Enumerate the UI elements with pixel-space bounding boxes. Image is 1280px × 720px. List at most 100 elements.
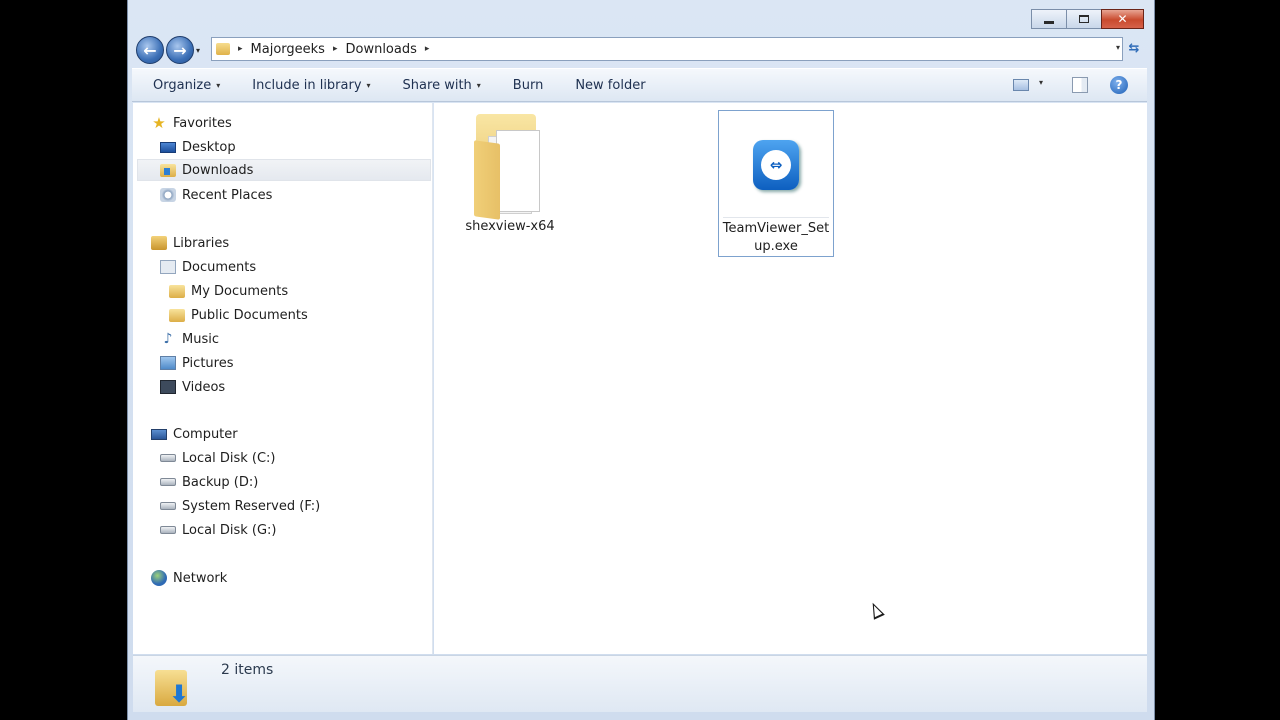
- desktop-background: ✕ ← → ▾ ▸ Majorgeeks ▸ Downloads ▸ ▾ ⇆ O…: [0, 0, 1280, 720]
- close-icon: ✕: [1117, 12, 1128, 26]
- desktop-icon: [160, 141, 176, 153]
- sidebar-item-recent-places[interactable]: Recent Places: [160, 184, 272, 206]
- drive-icon: [160, 526, 176, 534]
- forward-arrow-icon: →: [173, 40, 187, 60]
- new-folder-button[interactable]: New folder: [575, 78, 645, 93]
- chevron-down-icon: ▾: [476, 80, 481, 90]
- library-folder-icon: [216, 43, 230, 55]
- downloads-folder-icon: [160, 163, 176, 177]
- computer-icon: [151, 428, 167, 440]
- folder-icon: [169, 308, 185, 322]
- folder-icon: [472, 114, 548, 220]
- minimize-button[interactable]: [1031, 9, 1067, 29]
- sidebar-label: Recent Places: [182, 187, 273, 203]
- breadcrumb-separator[interactable]: ▸: [238, 44, 243, 54]
- maximize-button[interactable]: [1066, 9, 1102, 29]
- organize-button[interactable]: Organize ▾: [153, 78, 220, 93]
- chevron-down-icon: ▾: [216, 80, 221, 90]
- breadcrumb-downloads[interactable]: Downloads: [345, 42, 416, 57]
- downloads-folder-icon: ⬇: [155, 664, 197, 706]
- sidebar-item-videos[interactable]: Videos: [160, 376, 225, 398]
- sidebar-item-network[interactable]: Network: [151, 567, 227, 589]
- sidebar-label: Desktop: [182, 139, 236, 155]
- preview-pane-icon[interactable]: [1072, 77, 1088, 93]
- network-globe-icon: [151, 570, 167, 586]
- address-bar[interactable]: ▸ Majorgeeks ▸ Downloads ▸ ▾: [211, 37, 1123, 61]
- sidebar-label: Videos: [182, 379, 226, 395]
- close-button[interactable]: ✕: [1101, 9, 1144, 29]
- breadcrumb-majorgeeks[interactable]: Majorgeeks: [251, 42, 325, 57]
- file-list: shexview-x64 ⇔ TeamViewer_Setup.exe: [434, 103, 1147, 654]
- include-in-library-label: Include in library: [252, 77, 362, 93]
- star-icon: ★: [152, 114, 166, 132]
- burn-button[interactable]: Burn: [513, 78, 544, 93]
- libraries-icon: [151, 236, 167, 250]
- share-with-label: Share with: [402, 77, 472, 93]
- sidebar-item-pictures[interactable]: Pictures: [160, 352, 233, 374]
- help-icon[interactable]: ?: [1110, 76, 1128, 94]
- breadcrumb-separator[interactable]: ▸: [425, 44, 430, 54]
- sidebar-item-documents[interactable]: Documents: [160, 256, 256, 278]
- item-count: 2 items: [221, 662, 274, 678]
- sidebar-label: Local Disk (C:): [182, 450, 276, 466]
- music-icon: ♪: [163, 331, 173, 347]
- forward-button[interactable]: →: [166, 36, 194, 64]
- sidebar-label: My Documents: [191, 283, 289, 299]
- file-thumbnail: ⇔: [723, 112, 829, 218]
- teamviewer-icon: ⇔: [753, 139, 799, 190]
- sidebar-label: Local Disk (G:): [182, 522, 277, 538]
- change-view-icon[interactable]: [1013, 79, 1029, 91]
- sidebar-label: Computer: [173, 426, 238, 442]
- videos-icon: [160, 380, 176, 394]
- sidebar-item-music[interactable]: ♪ Music: [160, 328, 219, 350]
- folder-icon: [169, 284, 185, 298]
- back-button[interactable]: ←: [136, 36, 164, 64]
- sidebar-label: Backup (D:): [182, 474, 259, 490]
- navigation-pane: ★ Favorites Desktop Downloads Recent Plac…: [133, 103, 433, 654]
- sidebar-label: Downloads: [182, 162, 254, 178]
- breadcrumb-separator[interactable]: ▸: [333, 44, 338, 54]
- sidebar-label: Network: [173, 570, 228, 586]
- sidebar-item-public-documents[interactable]: Public Documents: [169, 304, 308, 326]
- sidebar-label: Public Documents: [191, 307, 308, 323]
- sidebar-item-system-reserved-f[interactable]: System Reserved (F:): [160, 495, 320, 517]
- sidebar-item-downloads[interactable]: Downloads: [137, 159, 431, 181]
- sidebar-item-my-documents[interactable]: My Documents: [169, 280, 288, 302]
- maximize-icon: [1079, 15, 1089, 23]
- sidebar-item-local-disk-g[interactable]: Local Disk (G:): [160, 519, 276, 541]
- burn-label: Burn: [512, 77, 544, 93]
- file-name: shexview-x64: [465, 219, 555, 234]
- sidebar-label: Pictures: [182, 355, 234, 371]
- drive-icon: [160, 454, 176, 462]
- recent-places-icon: [160, 188, 176, 202]
- sidebar-label: Music: [182, 331, 219, 347]
- share-with-button[interactable]: Share with ▾: [403, 78, 481, 93]
- sidebar-label: Favorites: [173, 115, 232, 131]
- file-item-teamviewer-setup[interactable]: ⇔ TeamViewer_Setup.exe: [718, 110, 834, 257]
- sidebar-item-desktop[interactable]: Desktop: [160, 136, 236, 158]
- drive-icon: [160, 502, 176, 510]
- view-options-dropdown[interactable]: ▾: [1039, 78, 1043, 87]
- back-arrow-icon: ←: [143, 40, 157, 60]
- new-folder-label: New folder: [575, 77, 646, 93]
- sidebar-item-favorites[interactable]: ★ Favorites: [151, 112, 232, 134]
- sidebar-item-computer[interactable]: Computer: [151, 423, 238, 445]
- sidebar-label: System Reserved (F:): [182, 498, 321, 514]
- minimize-icon: [1044, 20, 1054, 24]
- navigation-buttons: ← → ▾: [136, 36, 206, 64]
- sidebar-item-local-disk-c[interactable]: Local Disk (C:): [160, 447, 275, 469]
- address-dropdown-icon[interactable]: ▾: [1116, 43, 1120, 52]
- organize-label: Organize: [153, 77, 212, 93]
- recent-pages-dropdown[interactable]: ▾: [196, 46, 206, 55]
- command-bar: Organize ▾ Include in library ▾ Share with…: [132, 68, 1147, 102]
- sidebar-item-libraries[interactable]: Libraries: [151, 232, 229, 254]
- explorer-window: ✕ ← → ▾ ▸ Majorgeeks ▸ Downloads ▸ ▾ ⇆ O…: [127, 0, 1155, 720]
- file-name: TeamViewer_Setup.exe: [722, 221, 830, 254]
- include-in-library-button[interactable]: Include in library ▾: [252, 78, 370, 93]
- refresh-button[interactable]: ⇆: [1125, 40, 1143, 58]
- sidebar-label: Libraries: [173, 235, 230, 251]
- sidebar-item-backup-d[interactable]: Backup (D:): [160, 471, 258, 493]
- chevron-down-icon: ▾: [366, 80, 371, 90]
- window-controls: ✕: [1031, 9, 1144, 29]
- file-item-shexview[interactable]: shexview-x64: [452, 110, 568, 257]
